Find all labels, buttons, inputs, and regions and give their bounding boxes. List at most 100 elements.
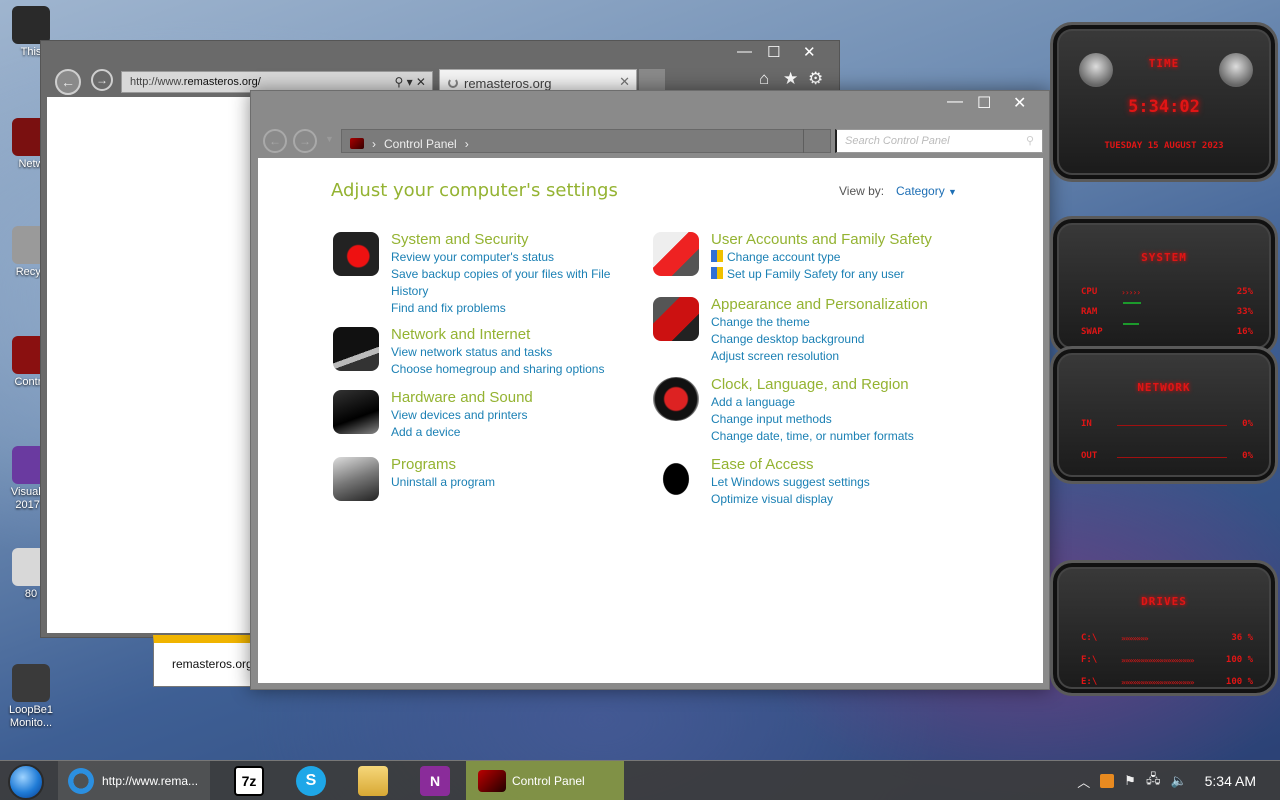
- home-icon[interactable]: ⌂: [759, 69, 769, 89]
- category-title-clock-language-region[interactable]: Clock, Language, and Region: [711, 375, 914, 394]
- settings-gear-icon[interactable]: ⚙: [808, 69, 823, 89]
- category-title-system-security[interactable]: System and Security: [391, 230, 621, 249]
- search-input[interactable]: Search Control Panel ⚲: [835, 129, 1043, 153]
- user-accounts-icon[interactable]: [653, 232, 699, 276]
- ie-close-button[interactable]: ✕: [803, 43, 816, 61]
- cp-close-button[interactable]: ✕: [1013, 93, 1026, 113]
- category-link[interactable]: Change account type: [711, 249, 932, 266]
- category-link[interactable]: Save backup copies of your files with Fi…: [391, 266, 621, 300]
- category-title-user-accounts[interactable]: User Accounts and Family Safety: [711, 230, 932, 249]
- ease-of-access-icon[interactable]: [653, 457, 699, 501]
- taskbar-7zip-button[interactable]: 7z: [224, 761, 274, 800]
- taskbar-skype-button[interactable]: S: [286, 761, 336, 800]
- network-gadget[interactable]: NETWORK IN 0% OUT 0%: [1050, 346, 1278, 484]
- gadget-row-out: OUT 0%: [1081, 451, 1253, 461]
- category-link[interactable]: Choose homegroup and sharing options: [391, 361, 604, 378]
- 7zip-icon: 7z: [234, 766, 264, 796]
- category-link-text: Save backup copies of your files with Fi…: [391, 267, 611, 298]
- refresh-button[interactable]: [803, 129, 831, 153]
- favorites-star-icon[interactable]: ★: [783, 69, 798, 89]
- forward-button[interactable]: →: [91, 69, 113, 91]
- ie-minimize-button[interactable]: —: [737, 43, 752, 60]
- view-by-dropdown[interactable]: Category ▼: [896, 184, 957, 198]
- category-link[interactable]: Change date, time, or number formats: [711, 428, 914, 445]
- category-link[interactable]: View network status and tasks: [391, 344, 604, 361]
- network-internet-icon[interactable]: [333, 327, 379, 371]
- desktop-icon[interactable]: LoopBe1 Monito...: [6, 664, 56, 730]
- category-link[interactable]: Change input methods: [711, 411, 914, 428]
- category-link[interactable]: Change desktop background: [711, 331, 928, 348]
- network-icon[interactable]: 🖧: [1146, 770, 1161, 792]
- category-link[interactable]: Let Windows suggest settings: [711, 474, 870, 491]
- taskbar-control-panel-button[interactable]: Control Panel: [466, 761, 624, 800]
- category-title-ease-of-access[interactable]: Ease of Access: [711, 455, 870, 474]
- control-panel-window[interactable]: — ☐ ✕ ← → ▼ › Control Panel › Search Con…: [250, 90, 1050, 690]
- category-user-accounts: User Accounts and Family Safety Change ac…: [653, 230, 932, 283]
- appearance-personalization-icon[interactable]: [653, 297, 699, 341]
- cp-forward-button[interactable]: →: [293, 129, 317, 153]
- category-link[interactable]: Optimize visual display: [711, 491, 870, 508]
- breadcrumb[interactable]: › Control Panel ›: [341, 129, 831, 153]
- category-title-programs[interactable]: Programs: [391, 455, 495, 474]
- view-by-value: Category: [896, 184, 945, 198]
- system-gadget[interactable]: SYSTEM CPU 25% ››››› RAM 33% SWAP 16%: [1050, 216, 1278, 356]
- programs-icon[interactable]: [333, 457, 379, 501]
- category-title-appearance-personalization[interactable]: Appearance and Personalization: [711, 295, 928, 314]
- category-clock-language-region: Clock, Language, and Region Add a languag…: [653, 375, 914, 445]
- category-link-text: Add a language: [711, 395, 796, 409]
- taskbar-onenote-button[interactable]: N: [410, 761, 460, 800]
- category-link[interactable]: Uninstall a program: [391, 474, 495, 491]
- show-hidden-icons-chevron-icon[interactable]: ︿: [1077, 772, 1090, 791]
- page-title: Adjust your computer's settings: [331, 180, 618, 201]
- time-gadget[interactable]: TIME 5:34:02 TUESDAY 15 AUGUST 2023: [1050, 22, 1278, 182]
- taskbar-clock[interactable]: 5:34 AM: [1205, 773, 1256, 789]
- gadget-title: SYSTEM: [1141, 251, 1187, 264]
- drives-gadget[interactable]: DRIVES C:\ 36 % »»»»»»» F:\ 100 % »»»»»»»»…: [1050, 560, 1278, 696]
- search-icon[interactable]: ⚲: [1026, 134, 1034, 147]
- chevron-right-icon[interactable]: ›: [465, 137, 469, 151]
- ie-maximize-button[interactable]: ☐: [767, 43, 780, 61]
- volume-icon[interactable]: 🔈: [1170, 773, 1186, 789]
- taskbar-file-explorer-button[interactable]: [348, 761, 398, 800]
- category-link-text: Change account type: [727, 250, 841, 264]
- alien-head-icon: [1079, 53, 1113, 87]
- recent-locations-dropdown-icon[interactable]: ▼: [325, 134, 334, 144]
- tab-close-icon[interactable]: ✕: [619, 74, 630, 90]
- e-drive-meter: »»»»»»»»»»»»»»»»»»»: [1121, 678, 1195, 687]
- category-link[interactable]: View devices and printers: [391, 407, 533, 424]
- start-button[interactable]: [8, 764, 44, 800]
- address-tools-icons[interactable]: ⚲ ▾ ✕: [394, 75, 426, 89]
- category-link[interactable]: Add a language: [711, 394, 914, 411]
- system-security-icon[interactable]: [333, 232, 379, 276]
- action-center-flag-icon[interactable]: ⚑: [1124, 773, 1136, 789]
- search-placeholder: Search Control Panel: [845, 135, 950, 147]
- category-link[interactable]: Review your computer's status: [391, 249, 621, 266]
- breadcrumb-item-control-panel[interactable]: Control Panel: [384, 137, 457, 151]
- category-system-security: System and Security Review your computer'…: [333, 230, 621, 317]
- category-link[interactable]: Find and fix problems: [391, 300, 621, 317]
- clock-language-region-icon[interactable]: [653, 377, 699, 421]
- alien-head-icon: [1219, 53, 1253, 87]
- out-graph: [1117, 457, 1227, 458]
- category-title-network-internet[interactable]: Network and Internet: [391, 325, 604, 344]
- gadget-row-c-drive: C:\ 36 %: [1081, 633, 1253, 643]
- address-prefix: http://www.: [130, 76, 184, 88]
- category-link[interactable]: Set up Family Safety for any user: [711, 266, 932, 283]
- cp-back-button[interactable]: ←: [263, 129, 287, 153]
- back-arrow-icon: ←: [269, 134, 281, 148]
- category-hardware-sound: Hardware and Sound View devices and print…: [333, 388, 533, 441]
- forward-arrow-icon: →: [96, 73, 108, 87]
- category-title-hardware-sound[interactable]: Hardware and Sound: [391, 388, 533, 407]
- category-link[interactable]: Adjust screen resolution: [711, 348, 928, 365]
- cp-minimize-button[interactable]: —: [947, 93, 963, 111]
- hardware-sound-icon[interactable]: [333, 390, 379, 434]
- cp-main-content: Adjust your computer's settings View by:…: [258, 158, 1043, 683]
- tray-app-icon[interactable]: [1100, 774, 1115, 788]
- taskbar-ie-button[interactable]: http://www.rema...: [58, 761, 210, 800]
- taskbar-cp-label: Control Panel: [512, 774, 585, 788]
- category-link[interactable]: Add a device: [391, 424, 533, 441]
- back-button[interactable]: ←: [55, 69, 81, 95]
- category-link-text: Change input methods: [711, 412, 832, 426]
- cp-maximize-button[interactable]: ☐: [977, 93, 991, 113]
- category-link[interactable]: Change the theme: [711, 314, 928, 331]
